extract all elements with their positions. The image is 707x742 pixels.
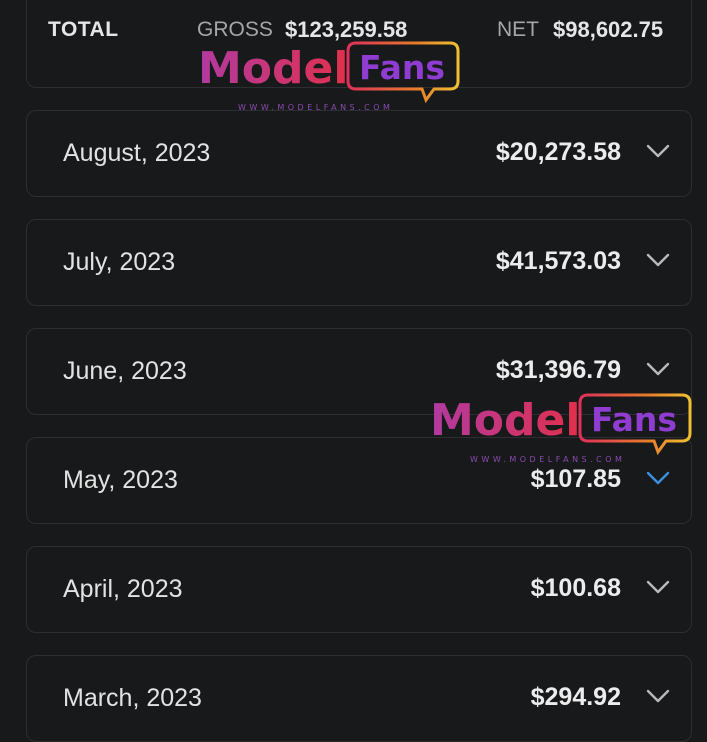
month-row-august-2023[interactable]: August, 2023 $20,273.58 [26,110,692,197]
month-amount: $20,273.58 [495,138,621,166]
net-label: NET [497,18,539,41]
total-label: TOTAL [48,18,119,41]
month-amount: $100.68 [530,574,621,602]
month-row-may-2023[interactable]: May, 2023 $107.85 [26,437,692,524]
chevron-down-icon[interactable] [645,579,671,595]
chevron-down-icon[interactable] [645,688,671,704]
month-label: June, 2023 [63,357,187,385]
month-amount: $31,396.79 [495,356,621,384]
gross-value: $123,259.58 [285,17,408,42]
chevron-down-icon[interactable] [645,252,671,268]
net-value: $98,602.75 [553,17,664,42]
gross-label: GROSS [197,18,273,41]
chevron-down-icon[interactable] [645,143,671,159]
month-row-july-2023[interactable]: July, 2023 $41,573.03 [26,219,692,306]
month-label: April, 2023 [63,575,183,603]
month-label: August, 2023 [63,139,211,167]
month-row-march-2023[interactable]: March, 2023 $294.92 [26,655,692,742]
month-label: May, 2023 [63,466,178,494]
chevron-down-icon[interactable] [645,470,671,486]
month-row-april-2023[interactable]: April, 2023 $100.68 [26,546,692,633]
month-label: July, 2023 [63,248,176,276]
chevron-down-icon[interactable] [645,361,671,377]
month-label: March, 2023 [63,684,202,712]
month-amount: $294.92 [530,683,621,711]
month-amount: $107.85 [530,465,621,493]
total-summary-card [26,0,692,88]
month-amount: $41,573.03 [495,247,621,275]
month-row-june-2023[interactable]: June, 2023 $31,396.79 [26,328,692,415]
